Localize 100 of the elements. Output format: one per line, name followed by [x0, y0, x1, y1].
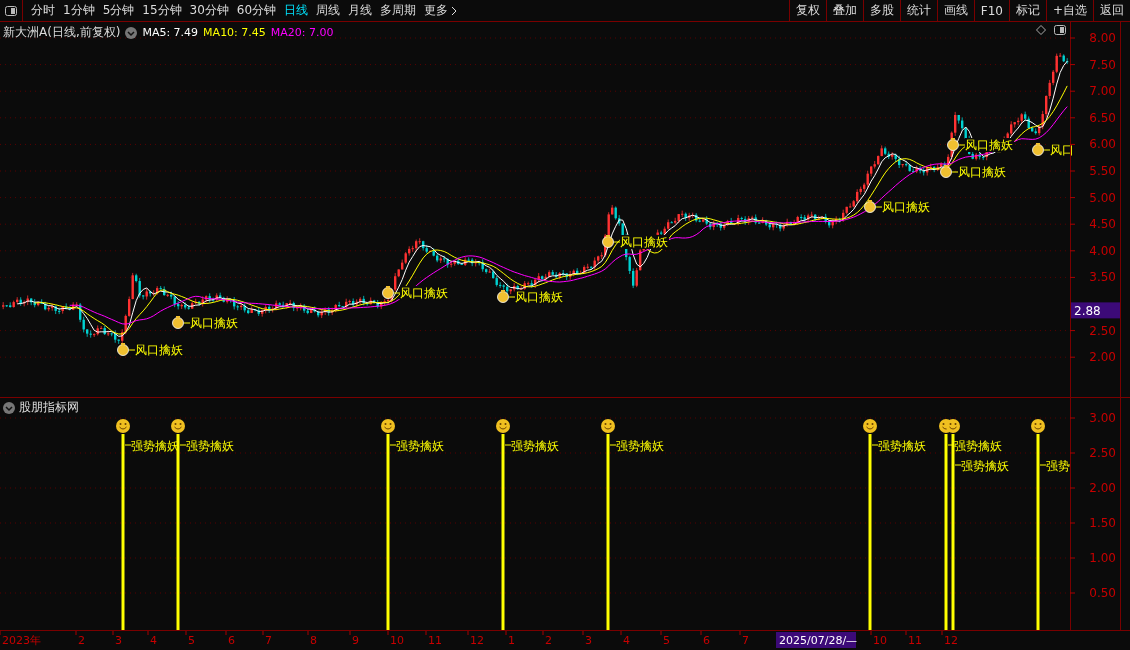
signal-label: 风口	[1050, 143, 1074, 157]
signal-label: 强势擒妖	[616, 439, 664, 453]
money-bag-icon	[117, 343, 129, 356]
time-axis-label: 7	[742, 634, 749, 647]
toolbar-button[interactable]: 画线	[936, 0, 974, 21]
cursor-date-tag: 2025/07/28/—	[776, 632, 858, 648]
period-tab[interactable]: 30分钟	[185, 2, 233, 19]
price-axis-label: 7.00	[1089, 84, 1116, 99]
signal-label: 风口擒妖	[965, 138, 1013, 152]
signal-label: 风口擒妖	[190, 316, 238, 330]
smiley-icon	[171, 419, 185, 433]
indicator-axis-label: 2.00	[1089, 481, 1116, 495]
ma-value: MA10: 7.45	[203, 26, 266, 39]
time-axis-label: 11	[428, 634, 442, 647]
time-axis-label: 10	[390, 634, 404, 647]
smiley-icon	[1031, 419, 1045, 433]
toolbar-button[interactable]: 返回	[1093, 0, 1130, 21]
time-axis-label: 11	[908, 634, 922, 647]
time-axis-label: 5	[188, 634, 195, 647]
money-bag-icon	[602, 235, 614, 248]
period-tab[interactable]: 1分钟	[59, 2, 99, 19]
money-bag-icon	[382, 286, 394, 299]
price-axis-label: 3.50	[1089, 270, 1116, 285]
dropdown-icon[interactable]	[3, 401, 15, 414]
time-axis-label: 2023年	[2, 634, 41, 647]
price-axis-label: 2.00	[1089, 350, 1116, 365]
price-axis-label: 6.50	[1089, 110, 1116, 125]
signal-label: 强势擒妖	[961, 459, 1009, 473]
period-tab[interactable]: 日线	[280, 2, 313, 19]
money-bag-icon	[940, 165, 952, 178]
period-tab[interactable]: 月线	[344, 2, 377, 19]
time-axis-label: 6	[228, 634, 235, 647]
signal-label: 强势	[1046, 459, 1070, 473]
time-axis-label: 2	[78, 634, 85, 647]
toolbar-button[interactable]: +自选	[1045, 0, 1093, 21]
smiley-icon	[863, 419, 877, 433]
signal-label: 强势擒妖	[131, 439, 179, 453]
signal-label: 风口擒妖	[958, 165, 1006, 179]
signal-label: 风口擒妖	[515, 290, 563, 304]
period-tab[interactable]: 15分钟	[138, 2, 186, 19]
smiley-icon	[381, 419, 395, 433]
period-tab[interactable]: 周线	[312, 2, 345, 19]
time-axis-label: 2	[545, 634, 552, 647]
smiley-icon	[946, 419, 960, 433]
signal-label: 强势擒妖	[878, 439, 926, 453]
smiley-icon	[116, 419, 130, 433]
indicator-axis-label: 0.50	[1089, 586, 1116, 600]
toolbar-button[interactable]: 统计	[899, 0, 937, 21]
price-axis-label: 4.50	[1089, 217, 1116, 232]
price-axis-label: 8.00	[1089, 31, 1116, 45]
indicator-title: 股朋指标网	[19, 399, 79, 416]
panel-toggle-icon[interactable]	[5, 5, 17, 16]
dropdown-icon[interactable]	[125, 26, 138, 39]
indicator-axis-label: 3.00	[1089, 411, 1116, 425]
money-bag-icon	[497, 290, 509, 303]
time-axis-label: 6	[703, 634, 710, 647]
time-axis-label: 12	[470, 634, 484, 647]
signal-label: 强势擒妖	[511, 439, 559, 453]
panel-toggle-icon[interactable]	[1054, 25, 1066, 35]
time-axis-label: 7	[265, 634, 272, 647]
period-tab[interactable]: 分时	[27, 2, 59, 19]
price-axis-label: 5.50	[1089, 164, 1116, 178]
time-axis-label: 4	[150, 634, 157, 647]
money-bag-icon	[864, 200, 876, 213]
signal-label: 风口擒妖	[135, 343, 183, 357]
toolbar-button[interactable]: 标记	[1008, 0, 1046, 21]
stock-title: 新大洲A(日线,前复权)	[3, 24, 121, 41]
time-axis-label: 5	[663, 634, 670, 647]
time-axis-label: 8	[310, 634, 317, 647]
diamond-icon[interactable]	[1036, 25, 1046, 35]
signal-label: 风口擒妖	[400, 286, 448, 300]
price-axis-label: 6.00	[1089, 137, 1116, 152]
current-price-tag: 2.88	[1071, 302, 1120, 319]
time-axis-label: 12	[944, 634, 958, 647]
period-tab[interactable]: 60分钟	[232, 2, 281, 19]
indicator-axis-label: 1.50	[1089, 516, 1116, 530]
smiley-icon	[496, 419, 510, 433]
money-bag-icon	[172, 316, 184, 329]
time-axis-label: 9	[352, 634, 359, 647]
signal-label: 强势擒妖	[186, 439, 234, 453]
time-axis-label: 4	[623, 634, 630, 647]
period-tab[interactable]: 多周期	[376, 2, 421, 19]
indicator-axis-label: 1.00	[1089, 551, 1116, 565]
time-axis-label: 3	[585, 634, 592, 647]
time-axis-label: 10	[873, 634, 887, 647]
period-tab[interactable]: 5分钟	[98, 2, 139, 19]
price-axis-label: 5.00	[1089, 190, 1116, 205]
toolbar-button[interactable]: 叠加	[825, 0, 863, 21]
toolbar-button[interactable]: 复权	[788, 0, 826, 21]
signal-label: 强势擒妖	[954, 439, 1002, 453]
signal-label: 风口擒妖	[882, 200, 930, 214]
period-tab[interactable]: 更多	[420, 2, 462, 19]
time-axis-label: 3	[115, 634, 122, 647]
ma-value: MA20: 7.00	[270, 26, 334, 39]
toolbar-button[interactable]: 多股	[862, 0, 900, 21]
indicator-axis-label: 2.50	[1089, 446, 1116, 460]
chevron-right-icon	[451, 5, 458, 16]
price-axis-label: 4.00	[1089, 243, 1116, 258]
money-bag-icon	[947, 138, 959, 151]
toolbar-button[interactable]: F10	[973, 0, 1009, 21]
